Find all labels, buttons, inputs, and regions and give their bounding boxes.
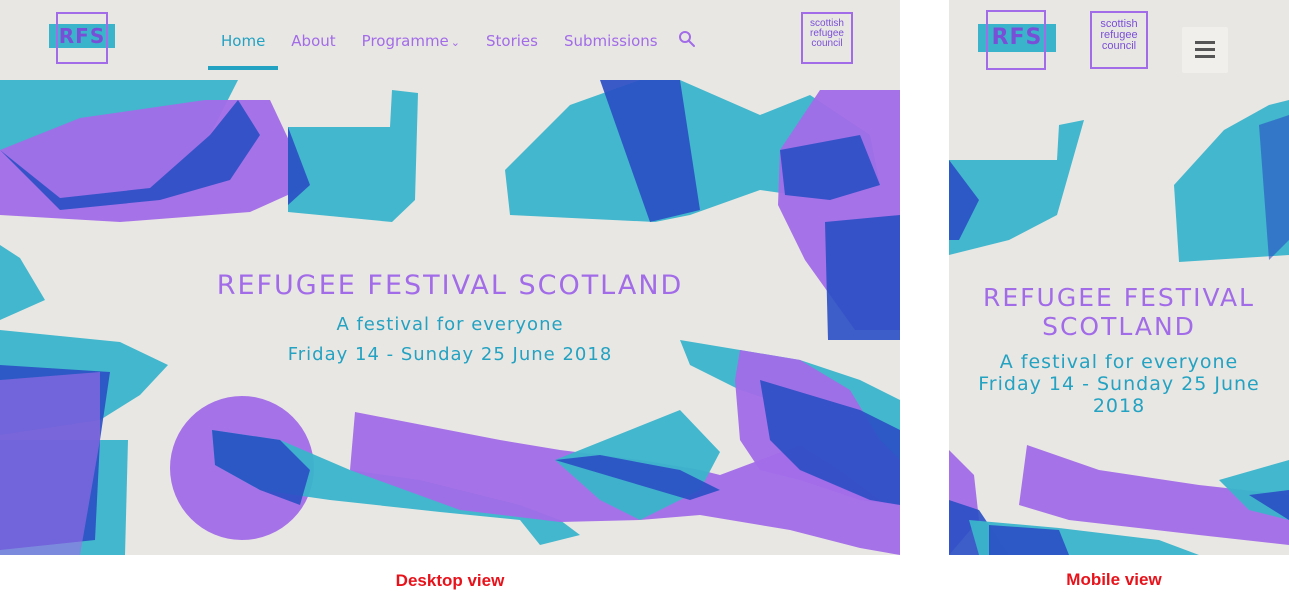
nav-item-home[interactable]: Home <box>208 28 279 70</box>
nav-item-submissions[interactable]: Submissions <box>551 28 671 66</box>
desktop-view: RFS Home About Programme ⌄ Stories Submis… <box>0 0 900 555</box>
hero-title: REFUGEE FESTIVAL SCOTLAND <box>216 270 684 301</box>
mobile-hero-title-line2: SCOTLAND <box>1042 312 1196 341</box>
nav-item-stories[interactable]: Stories <box>473 28 551 66</box>
mobile-scottish-refugee-council-logo[interactable]: scottish refugee council <box>1090 11 1148 69</box>
nav-item-programme-label: Programme <box>361 32 449 50</box>
desktop-view-caption: Desktop view <box>395 571 505 590</box>
mobile-rfs-logo-text: RFS <box>991 25 1043 50</box>
hero-dates: Friday 14 - Sunday 25 June 2018 <box>287 344 613 365</box>
hamburger-menu-icon[interactable] <box>1182 27 1228 73</box>
search-icon[interactable] <box>678 30 696 48</box>
mobile-hero-tagline: A festival for everyone <box>999 351 1239 373</box>
main-navigation: Home About Programme ⌄ Stories Submission… <box>208 28 671 70</box>
scottish-refugee-council-logo[interactable]: scottish refugee council <box>801 12 853 64</box>
rfs-logo-text: RFS <box>58 24 106 48</box>
mobile-rfs-logo[interactable]: RFS <box>978 10 1056 70</box>
nav-item-programme[interactable]: Programme ⌄ <box>349 28 473 66</box>
nav-item-about[interactable]: About <box>278 28 348 66</box>
mobile-hero-dates-line1: Friday 14 - Sunday 25 June <box>978 373 1260 395</box>
mobile-view: RFS scottish refugee council REFUGEE FES… <box>949 0 1289 555</box>
mobile-hero-background-art <box>949 0 1289 555</box>
mobile-hero-dates-line2: 2018 <box>1092 395 1146 417</box>
mobile-view-caption: Mobile view <box>1066 570 1162 589</box>
mobile-hero-title-line1: REFUGEE FESTIVAL <box>983 283 1255 312</box>
hero-tagline: A festival for everyone <box>336 314 564 335</box>
rfs-logo[interactable]: RFS <box>49 12 119 64</box>
chevron-down-icon: ⌄ <box>450 36 461 49</box>
